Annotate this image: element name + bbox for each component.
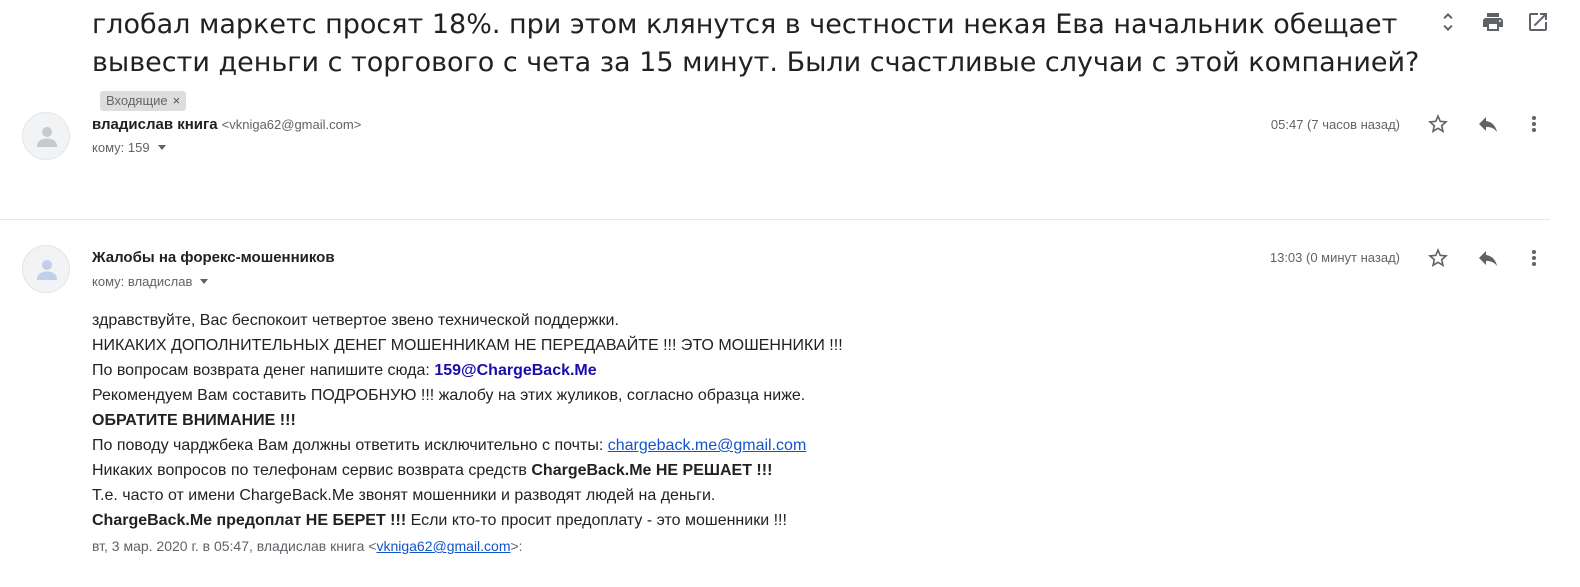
recipients-line[interactable]: кому: владислав: [92, 274, 209, 289]
more-options-icon[interactable]: [1527, 112, 1541, 138]
quote-email-link[interactable]: vkniga62@gmail.com: [376, 538, 510, 554]
open-new-window-icon[interactable]: [1526, 10, 1550, 36]
body-line: здравствуйте, Вас беспокоит четвертое зв…: [92, 312, 619, 329]
body-line: ChargeBack.Me предоплат НЕ БЕРЕТ !!! Есл…: [92, 508, 843, 533]
body-bold-text: ChargeBack.Me предоплат НЕ БЕРЕТ !!!: [92, 512, 407, 529]
body-text: Если кто-то просит предоплату - это моше…: [406, 512, 787, 529]
body-line: По поводу чарджбека Вам должны ответить …: [92, 433, 843, 458]
avatar: [22, 112, 70, 160]
subject-text: глобал маркетс просят 18%. при этом клян…: [92, 9, 1420, 78]
recipients-text: кому: владислав: [92, 274, 193, 289]
person-icon: [37, 127, 57, 147]
message-divider: [0, 219, 1550, 220]
recipients-text: кому: 159: [92, 140, 150, 155]
label-chip-text: Входящие: [106, 93, 168, 108]
quote-prefix: вт, 3 мар. 2020 г. в 05:47, владислав кн…: [92, 538, 377, 554]
show-details-caret-icon[interactable]: [157, 145, 166, 150]
chargeback-email-link[interactable]: chargeback.me@gmail.com: [608, 437, 807, 454]
sender-name[interactable]: владислав книга: [92, 116, 218, 133]
quote-attribution: вт, 3 мар. 2020 г. в 05:47, владислав кн…: [92, 538, 523, 554]
reply-icon[interactable]: [1476, 246, 1502, 272]
star-icon[interactable]: [1426, 246, 1452, 272]
quote-suffix: >:: [510, 538, 523, 554]
message-time: 05:47 (7 часов назад): [1270, 117, 1400, 132]
body-bold-text: ChargeBack.Me НЕ РЕШАЕТ !!!: [531, 462, 773, 479]
sender-name[interactable]: Жалобы на форекс-мошенников: [92, 249, 335, 266]
sender[interactable]: Жалобы на форекс-мошенников: [92, 249, 335, 266]
body-line: НИКАКИХ ДОПОЛНИТЕЛЬНЫХ ДЕНЕГ МОШЕННИКАМ …: [92, 337, 843, 354]
body-line: Т.е. часто от имени ChargeBack.Me звонят…: [92, 487, 716, 504]
reply-icon[interactable]: [1476, 112, 1502, 138]
message-body: здравствуйте, Вас беспокоит четвертое зв…: [92, 308, 843, 533]
body-line: Никаких вопросов по телефонам сервис воз…: [92, 458, 843, 483]
message-time: 13:03 (0 минут назад): [1269, 250, 1400, 265]
body-bold-text: ОБРАТИТЕ ВНИМАНИЕ !!!: [92, 412, 296, 429]
person-icon: [37, 260, 57, 280]
body-line: Рекомендуем Вам составить ПОДРОБНУЮ !!! …: [92, 387, 806, 404]
body-line: ОБРАТИТЕ ВНИМАНИЕ !!!: [92, 408, 843, 433]
support-email: 159@ChargeBack.Me: [434, 362, 597, 379]
expand-collapse-icon[interactable]: [1436, 10, 1460, 36]
more-options-icon[interactable]: [1527, 246, 1541, 272]
sender-email: <vkniga62@gmail.com>: [221, 117, 362, 132]
recipients-line[interactable]: кому: 159: [92, 140, 166, 155]
print-icon[interactable]: [1481, 10, 1505, 36]
show-details-caret-icon[interactable]: [200, 279, 209, 284]
body-text: По поводу чарджбека Вам должны ответить …: [92, 437, 608, 454]
star-icon[interactable]: [1426, 112, 1452, 138]
label-chip-inbox[interactable]: Входящие ×: [100, 91, 187, 111]
email-subject: глобал маркетс просят 18%. при этом клян…: [92, 6, 1422, 120]
body-text: По вопросам возврата денег напишите сюда…: [92, 362, 435, 379]
avatar: [22, 245, 70, 293]
sender[interactable]: владислав книга <vkniga62@gmail.com>: [92, 116, 361, 133]
body-line: По вопросам возврата денег напишите сюда…: [92, 358, 843, 383]
remove-label-button[interactable]: ×: [173, 93, 181, 108]
body-text: Никаких вопросов по телефонам сервис воз…: [92, 462, 532, 479]
